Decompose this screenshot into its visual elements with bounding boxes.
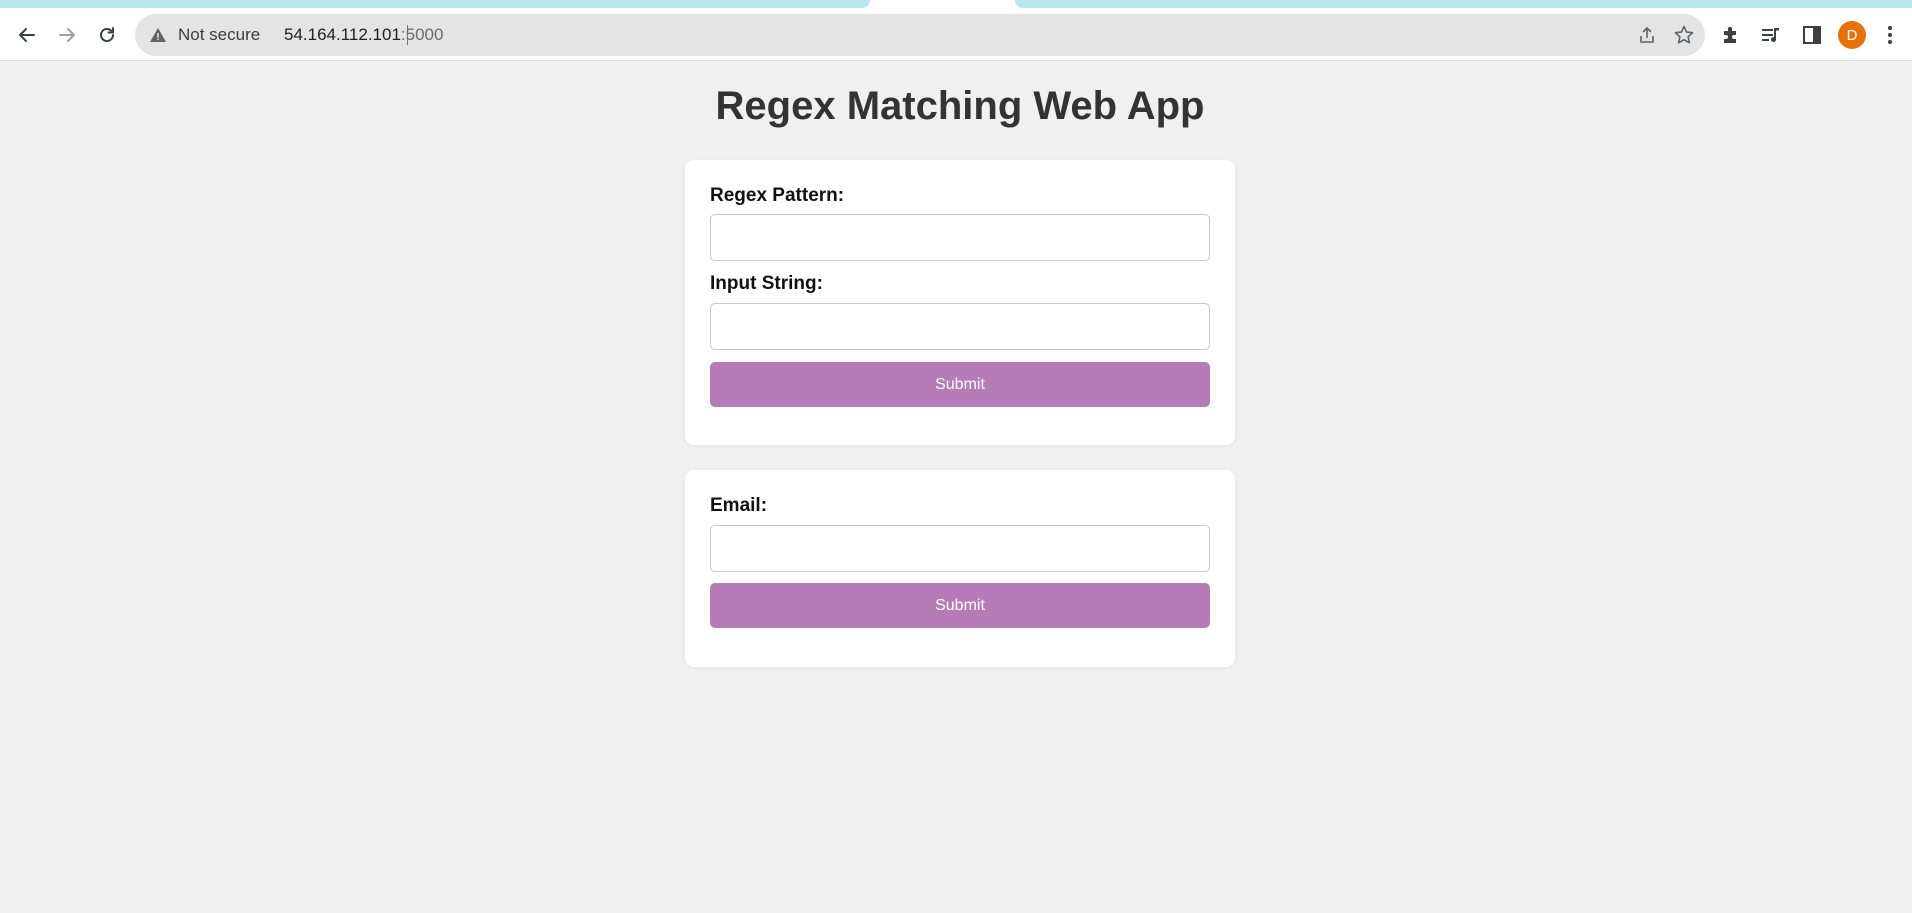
profile-avatar[interactable]: D bbox=[1838, 21, 1866, 49]
reload-icon bbox=[100, 27, 114, 42]
input-string-input[interactable] bbox=[710, 303, 1210, 350]
browser-toolbar: Not secure 54.164.112.101:5000 D bbox=[0, 9, 1912, 61]
tab-strip bbox=[0, 0, 1912, 9]
email-input[interactable] bbox=[710, 525, 1210, 572]
regex-pattern-label: Regex Pattern: bbox=[710, 185, 845, 206]
share-icon[interactable] bbox=[1637, 25, 1657, 45]
url-display[interactable]: 54.164.112.101:5000 bbox=[284, 25, 443, 45]
page-title: Regex Matching Web App bbox=[715, 84, 1205, 128]
side-panel-icon[interactable] bbox=[1801, 24, 1823, 46]
warning-icon[interactable] bbox=[149, 26, 167, 44]
back-arrow-icon bbox=[19, 28, 35, 42]
tab-strip-band bbox=[0, 0, 870, 8]
address-bar[interactable]: Not secure 54.164.112.101:5000 bbox=[135, 14, 1705, 56]
email-label: Email: bbox=[710, 495, 768, 516]
url-host: 54.164.112.101 bbox=[284, 25, 401, 44]
forward-button[interactable] bbox=[49, 17, 85, 53]
star-icon[interactable] bbox=[1673, 24, 1695, 46]
regex-pattern-input[interactable] bbox=[710, 214, 1210, 261]
regex-submit-button[interactable]: Submit bbox=[710, 362, 1210, 407]
media-control-icon[interactable] bbox=[1760, 24, 1782, 46]
back-button[interactable] bbox=[9, 17, 45, 53]
email-submit-button[interactable]: Submit bbox=[710, 583, 1210, 628]
tab-strip-band bbox=[1015, 0, 1912, 8]
email-form-card: Email: Submit bbox=[685, 470, 1235, 667]
extensions-icon[interactable] bbox=[1720, 24, 1742, 46]
more-menu-icon[interactable] bbox=[1879, 24, 1901, 46]
regex-form-card: Regex Pattern: Input String: Submit bbox=[685, 160, 1235, 445]
input-string-label: Input String: bbox=[710, 273, 823, 294]
url-port: :5000 bbox=[400, 25, 444, 44]
reload-button[interactable] bbox=[89, 17, 125, 53]
forward-arrow-icon bbox=[59, 28, 75, 42]
security-label[interactable]: Not secure bbox=[178, 25, 260, 45]
